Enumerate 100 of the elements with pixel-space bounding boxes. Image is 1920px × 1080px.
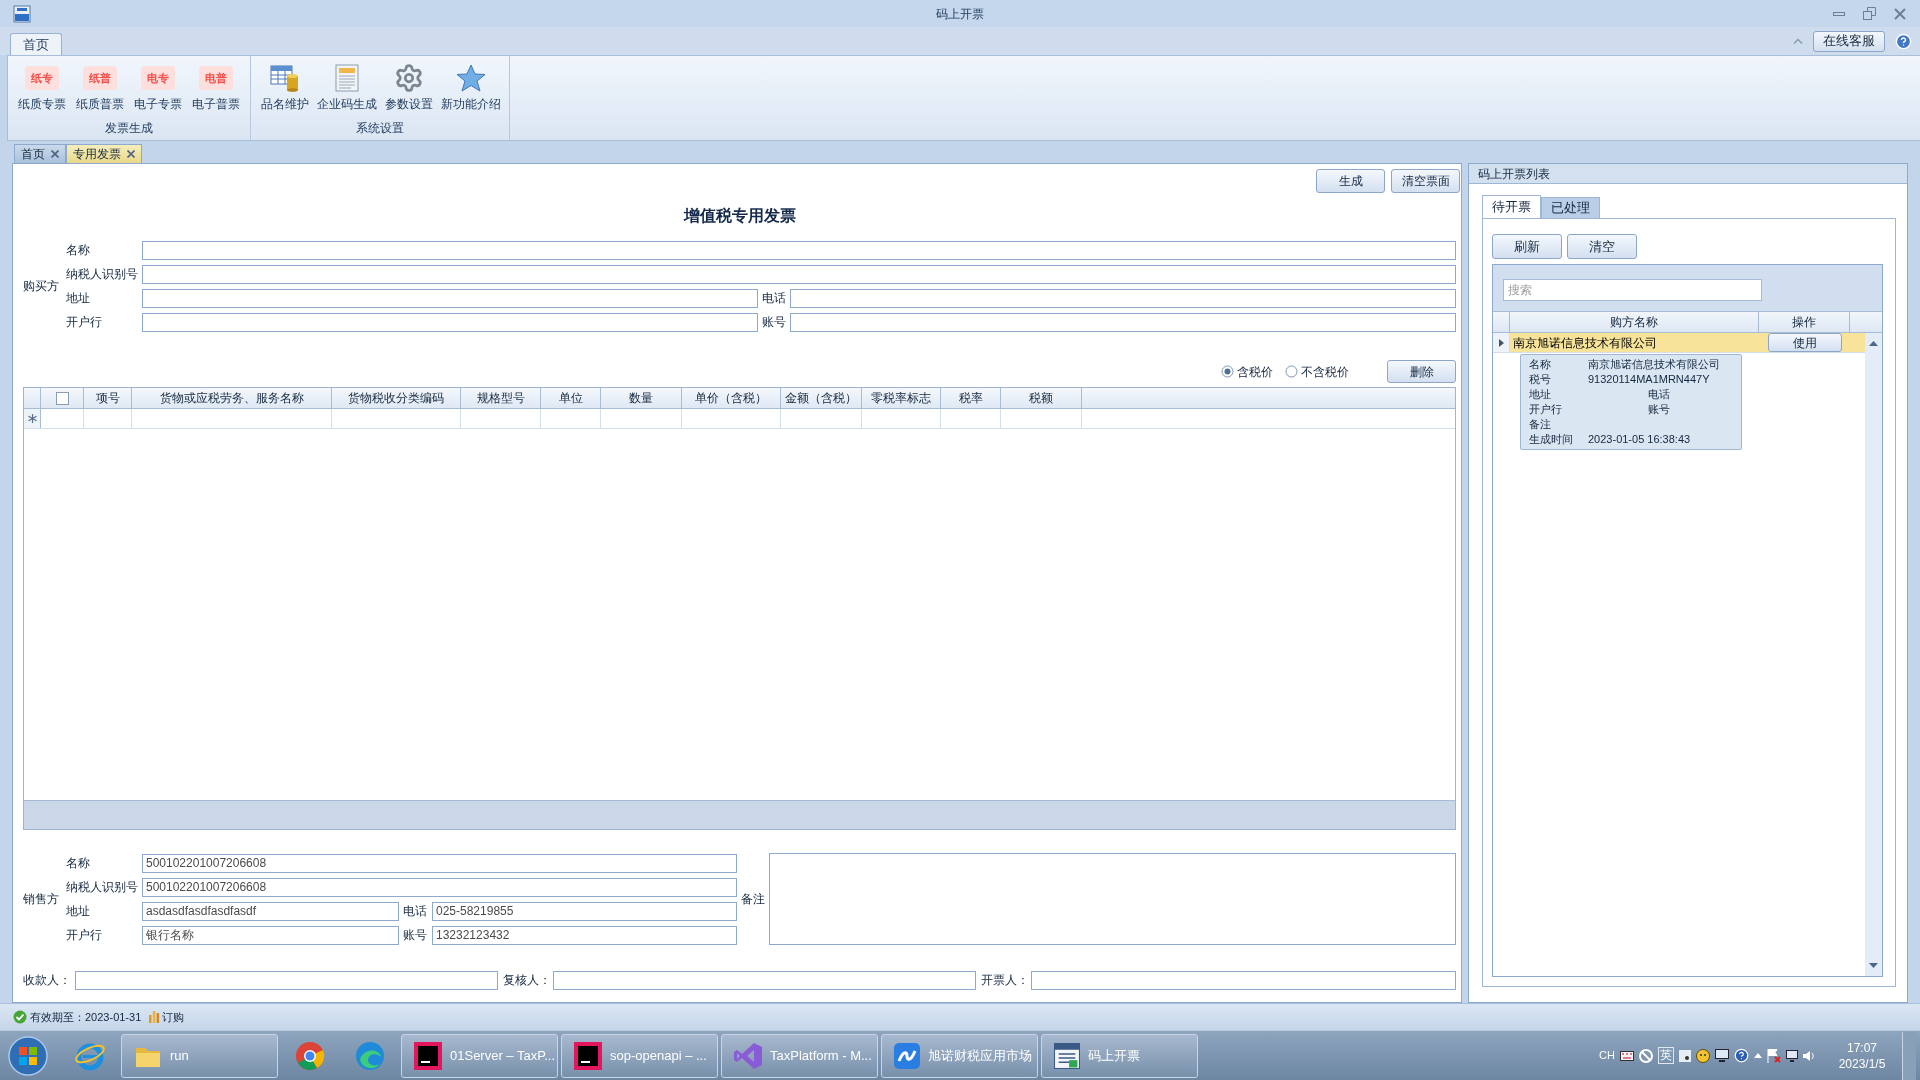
network-icon[interactable]	[1786, 1049, 1798, 1062]
ribbon-button[interactable]: 纸普 纸质普票	[72, 63, 128, 115]
column-header: 数量	[601, 388, 682, 408]
field-label: 地址	[66, 903, 91, 920]
list-tab[interactable]: 已处理	[1541, 197, 1600, 218]
app-tile-icon	[894, 1042, 920, 1069]
field-label: 开票人：	[980, 972, 1030, 989]
scroll-up-icon	[1869, 341, 1878, 346]
wave-browser-icon	[354, 1040, 385, 1071]
ribbon-button[interactable]: 参数设置	[381, 63, 437, 115]
field-label: 备注	[741, 891, 765, 908]
help-icon[interactable]	[1734, 1048, 1749, 1063]
monitor-icon[interactable]	[1715, 1049, 1729, 1062]
show-desktop-button[interactable]	[1902, 1031, 1916, 1080]
column-header: 规格型号	[461, 388, 541, 408]
close-icon[interactable]	[51, 150, 59, 158]
delete-button[interactable]: 删除	[1387, 360, 1456, 383]
ribbon-button[interactable]: 企业码生成	[315, 63, 379, 115]
caret-up-icon[interactable]	[1754, 1053, 1762, 1058]
input-field[interactable]	[142, 240, 1456, 260]
document-tab[interactable]: 专用发票	[66, 144, 142, 163]
close-icon[interactable]	[127, 150, 135, 158]
tricolor-browser-icon	[294, 1040, 325, 1071]
keyboard-icon[interactable]	[1620, 1050, 1634, 1061]
list-row[interactable]: 南京旭诺信息技术有限公司 使用	[1493, 333, 1865, 353]
input-field[interactable]	[790, 312, 1456, 332]
field-label: 电话	[761, 290, 787, 307]
detail-value: 南京旭诺信息技术有限公司	[1588, 357, 1720, 373]
column-header: 购方名称	[1510, 312, 1759, 332]
caret-up-icon[interactable]	[1793, 38, 1803, 44]
action-button[interactable]: 生成	[1316, 169, 1385, 193]
input-field[interactable]: 银行名称	[142, 925, 399, 945]
remark-field[interactable]	[769, 853, 1456, 945]
input-field[interactable]: 500102201007206608	[142, 877, 737, 897]
restore-icon[interactable]	[1863, 7, 1876, 20]
column-header: 单价（含税）	[682, 388, 781, 408]
search-field[interactable]: 搜索	[1503, 279, 1762, 301]
ribbon-button[interactable]: 电普 电子普票	[188, 63, 244, 115]
settings-icon	[394, 63, 424, 93]
face-icon[interactable]	[1696, 1048, 1710, 1063]
detail-value: 91320114MA1MRN447Y	[1588, 372, 1710, 388]
input-field[interactable]	[142, 312, 758, 332]
ribbon-loop-icon	[734, 1042, 762, 1069]
ticket-badge: 电专	[141, 66, 175, 90]
ticket-badge: 纸专	[25, 66, 59, 90]
section-label: 销售方	[23, 891, 59, 908]
clock-time: 17:07	[1847, 1039, 1877, 1056]
field-label: 复核人：	[502, 972, 552, 989]
detail-label: 账号	[1648, 402, 1670, 418]
radio-option[interactable]: 不含税价	[1285, 362, 1349, 381]
field-label: 开户行	[66, 927, 103, 944]
dot-tile-icon[interactable]	[1679, 1049, 1691, 1062]
ribbon-button[interactable]: 电专 电子专票	[130, 63, 186, 115]
scrollbar[interactable]	[1865, 333, 1882, 976]
checkbox[interactable]	[55, 391, 69, 405]
prohibited-icon[interactable]	[1639, 1048, 1653, 1063]
ribbon-button[interactable]: 纸专 纸质专票	[14, 63, 70, 115]
speaker-icon[interactable]	[1803, 1049, 1816, 1062]
app-logo-icon	[13, 4, 31, 23]
list-button[interactable]: 清空	[1567, 234, 1637, 259]
detail-label: 生成时间	[1529, 432, 1574, 448]
input-field[interactable]: asdasdfasdfasdfasdf	[142, 901, 399, 921]
field-label: 名称	[66, 855, 91, 872]
ticket-badge: 纸普	[83, 66, 117, 90]
section-label: 购买方	[23, 278, 59, 295]
input-field[interactable]	[1031, 970, 1456, 990]
language-indicator: CH	[1599, 1048, 1615, 1064]
dark-app-icon	[574, 1041, 602, 1070]
ribbon-tab[interactable]: 首页	[10, 33, 62, 55]
panel-title: 码上开票列表	[1478, 165, 1550, 183]
input-field[interactable]	[75, 970, 498, 990]
action-button[interactable]: 清空票面	[1391, 169, 1460, 193]
input-field[interactable]: 025-58219855	[432, 901, 737, 921]
input-field[interactable]: 500102201007206608	[142, 853, 737, 873]
group-label: 发票生成	[104, 120, 154, 137]
order-link[interactable]: 订购	[149, 1008, 185, 1026]
dark-app-icon	[414, 1041, 442, 1070]
minimize-icon[interactable]	[1833, 11, 1845, 16]
document-tab[interactable]: 首页	[14, 144, 66, 163]
list-tab[interactable]: 待开票	[1482, 195, 1541, 218]
input-field[interactable]	[553, 970, 976, 990]
list-button[interactable]: 刷新	[1492, 234, 1562, 259]
input-field[interactable]	[142, 264, 1456, 284]
group-label: 系统设置	[355, 120, 405, 137]
column-header: 税率	[941, 388, 1001, 408]
column-header: 税额	[1001, 388, 1082, 408]
use-button[interactable]: 使用	[1767, 333, 1842, 352]
radio-option[interactable]: 含税价	[1221, 362, 1273, 381]
check-circle-icon	[13, 1010, 27, 1024]
close-icon[interactable]	[1894, 7, 1906, 20]
service-button[interactable]: 在线客服	[1813, 30, 1885, 52]
input-field[interactable]	[790, 288, 1456, 308]
field-label: 电话	[402, 903, 428, 920]
table-database-icon	[270, 64, 300, 92]
help-icon[interactable]	[1895, 32, 1912, 50]
flag-icon[interactable]	[1767, 1048, 1781, 1063]
ribbon-button[interactable]: 品名维护	[257, 63, 313, 115]
input-field[interactable]: 13232123432	[432, 925, 737, 945]
input-field[interactable]	[142, 288, 758, 308]
ribbon-button[interactable]: 新功能介绍	[439, 63, 503, 115]
